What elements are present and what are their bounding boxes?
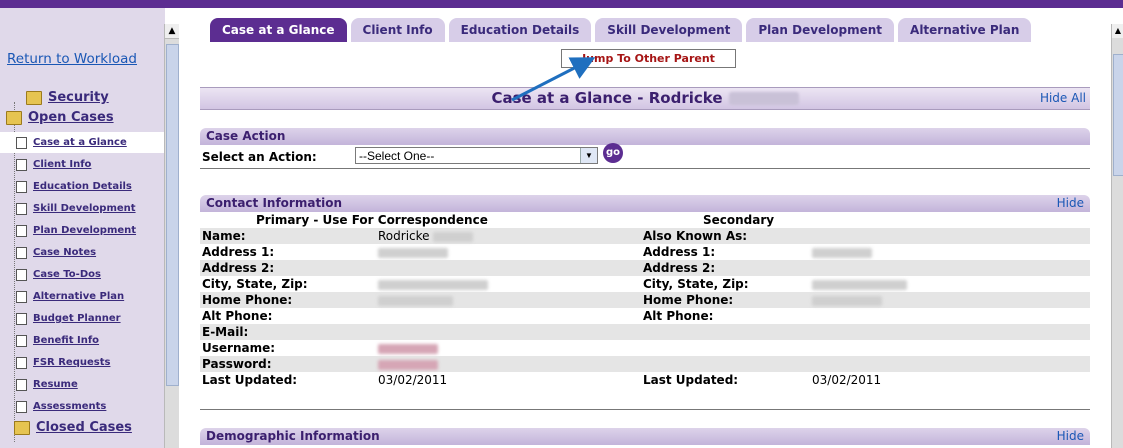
annotation-arrow-icon <box>511 57 596 102</box>
